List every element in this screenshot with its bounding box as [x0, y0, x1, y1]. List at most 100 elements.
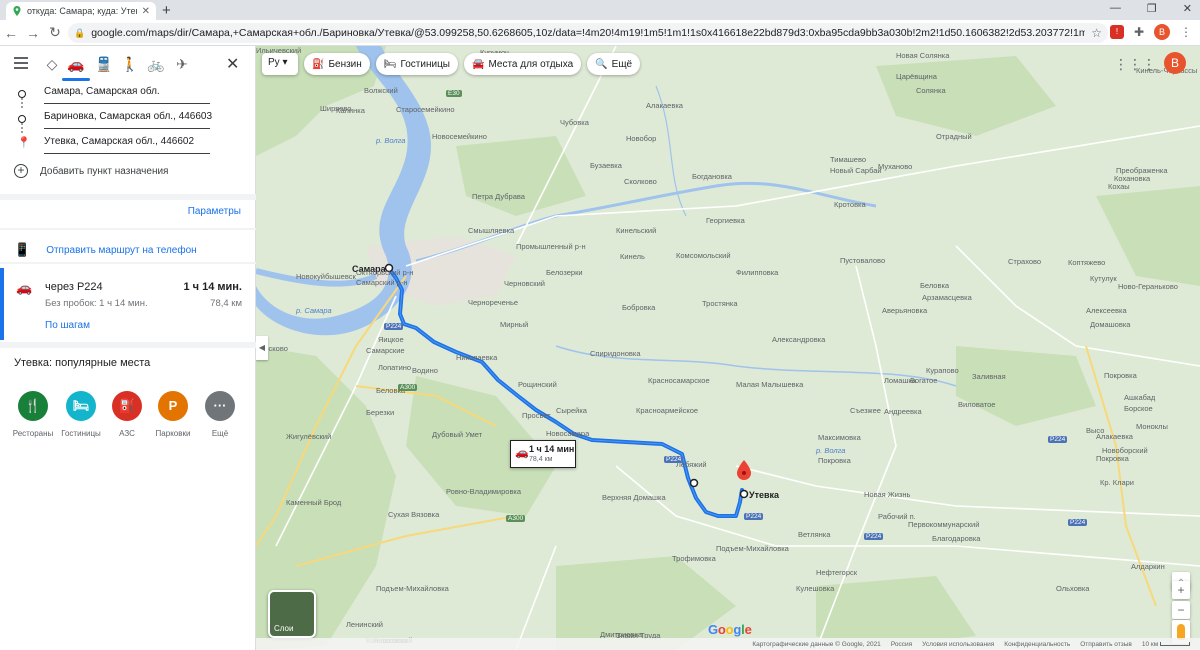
category-more[interactable]: ··· Ещё — [197, 391, 243, 438]
walk-mode-icon[interactable]: 🚶 — [120, 54, 140, 74]
close-window-icon[interactable]: ✕ — [1183, 2, 1192, 15]
map-place-label: Кулешовка — [796, 584, 835, 593]
map-place-label: Андреевка — [884, 407, 922, 416]
map-place-label: Бузаевка — [590, 161, 622, 170]
scale-label: 10 км — [1142, 641, 1190, 648]
attribution-feedback[interactable]: Отправить отзыв — [1080, 641, 1132, 648]
stop-waypoint[interactable]: Бариновка, Самарская обл., 446603 — [14, 109, 234, 131]
forward-icon[interactable]: → — [22, 25, 44, 41]
map-place-label: Съезжее — [850, 406, 881, 415]
route-option[interactable]: 🚗 через Р224 1 ч 14 мин. Без пробок: 1 ч… — [0, 268, 256, 340]
map-place-label: Александровка — [772, 335, 826, 344]
road-shield: P224 — [1068, 519, 1088, 526]
category-restaurants[interactable]: 🍴 Рестораны — [10, 391, 56, 438]
browser-tab[interactable]: откуда: Самара; куда: Утевка – G ✕ — [6, 2, 156, 20]
address-bar[interactable]: 🔒 google.com/maps/dir/Самара,+Самарская+… — [68, 23, 1108, 43]
destination-marker — [739, 489, 749, 499]
map-canvas[interactable]: Самара Утевка Волжский Старосемейкино Ширя… — [256, 46, 1200, 650]
route-steps-link[interactable]: По шагам — [45, 320, 90, 331]
directions-panel: ◇ 🚗 🚆 🚶 🚲 ✈ ✕ Самара, Самарская обл. Бар… — [0, 46, 256, 650]
account-avatar[interactable]: B — [1164, 52, 1186, 74]
stop-destination-input[interactable]: Утевка, Самарская обл., 446602 — [44, 136, 210, 154]
map-place-label: Николаевка — [456, 353, 498, 362]
chip-rest-areas[interactable]: 🚘 Места для отдыха — [464, 53, 582, 75]
route-callout[interactable]: 🚗 1 ч 14 мин 78,4 км — [510, 440, 576, 468]
map-place-label: р. Волга — [816, 446, 846, 455]
chip-hotels[interactable]: 🛏 Гостиницы — [375, 53, 458, 75]
gas-icon: ⛽ — [312, 58, 325, 70]
map-place-label: Сухая Вязовка — [388, 510, 440, 519]
destination-pin — [737, 460, 751, 480]
map-place-label: Петра Дубрава — [472, 192, 525, 201]
add-destination-button[interactable]: + Добавить пункт назначения — [14, 164, 168, 178]
tab-close-icon[interactable]: ✕ — [142, 6, 150, 17]
lock-icon[interactable]: 🔒 — [74, 28, 85, 39]
road-shield: P224 — [384, 323, 404, 330]
close-directions-icon[interactable]: ✕ — [226, 54, 239, 74]
best-route-icon[interactable]: ◇ — [42, 54, 62, 74]
back-icon[interactable]: ← — [0, 25, 22, 41]
map-place-label: Каменный Брод — [286, 498, 342, 507]
extensions-puzzle-icon[interactable]: ✚ — [1134, 25, 1144, 39]
send-to-phone-button[interactable]: 📱 Отправить маршрут на телефон — [14, 242, 197, 258]
bicycle-mode-icon[interactable]: 🚲 — [146, 54, 166, 74]
toolbar-right: ! ✚ B ⋮ — [1109, 24, 1192, 40]
callout-time: 1 ч 14 мин — [529, 444, 575, 454]
maximize-icon[interactable]: ❐ — [1147, 2, 1157, 15]
category-gas[interactable]: ⛽ АЗС — [104, 391, 150, 438]
route-no-traffic: Без пробок: 1 ч 14 мин. — [45, 298, 148, 309]
stop-origin[interactable]: Самара, Самарская обл. — [14, 84, 234, 106]
collapse-panel-button[interactable]: ◀ — [256, 336, 268, 360]
map-place-label: Рощинский — [518, 380, 557, 389]
map-place-label: Тимашево — [830, 155, 867, 164]
add-circle-icon: + — [14, 164, 28, 178]
map-place-label: Красносамарское — [648, 376, 710, 385]
stop-destination[interactable]: 📍 Утевка, Самарская обл., 446602 — [14, 134, 234, 156]
reload-icon[interactable]: ↻ — [44, 24, 66, 41]
google-apps-icon[interactable]: ⋮⋮⋮ — [1114, 56, 1156, 73]
new-tab-button[interactable]: + — [162, 2, 171, 19]
flight-mode-icon[interactable]: ✈ — [172, 54, 192, 74]
map-place-label: Коптяжево — [1068, 258, 1106, 267]
attribution-bar: Картографические данные © Google, 2021 Р… — [256, 638, 1200, 650]
attribution-country[interactable]: Россия — [891, 641, 912, 648]
hotel-icon: 🛏 — [66, 391, 96, 421]
road-shield: P224 — [744, 513, 764, 520]
road-shield: P224 — [864, 533, 884, 540]
chip-gas[interactable]: ⛽ Бензин — [304, 53, 370, 75]
map-place-label: Филипповка — [736, 268, 779, 277]
category-hotels[interactable]: 🛏 Гостиницы — [58, 391, 104, 438]
waypoint-marker — [689, 478, 699, 488]
category-parking[interactable]: P Парковки — [150, 391, 196, 438]
menu-icon[interactable] — [14, 57, 28, 69]
bookmark-star-icon[interactable]: ☆ — [1091, 26, 1102, 40]
attribution-terms[interactable]: Условия использования — [922, 641, 994, 648]
stop-connector — [21, 98, 23, 108]
stop-origin-input[interactable]: Самара, Самарская обл. — [44, 86, 210, 104]
extension-icon[interactable]: ! — [1109, 25, 1124, 39]
map-place-label: Нефтегорск — [816, 568, 858, 577]
browser-menu-icon[interactable]: ⋮ — [1180, 25, 1192, 39]
more-icon: ··· — [205, 391, 235, 421]
stop-connector — [21, 123, 23, 133]
minimize-icon[interactable]: — — [1110, 2, 1121, 15]
car-mode-icon[interactable]: 🚗 — [62, 54, 90, 81]
road-shield: E30 — [446, 90, 462, 97]
profile-avatar[interactable]: B — [1154, 24, 1170, 40]
transit-mode-icon[interactable]: 🚆 — [94, 54, 114, 74]
divider — [0, 262, 256, 264]
attribution-privacy[interactable]: Конфиденциальность — [1004, 641, 1070, 648]
chip-more[interactable]: 🔍 Ещё — [587, 53, 641, 75]
bed-icon: 🛏 — [383, 58, 397, 70]
map-place-label: Ровно-Владимировка — [446, 487, 522, 496]
map-place-label: р. Самара — [296, 306, 332, 315]
waypoint-dot-icon — [18, 115, 26, 123]
layers-button[interactable]: Слои — [268, 590, 316, 638]
map-type-dropdown[interactable]: Ру ▾ — [262, 53, 298, 75]
stop-waypoint-input[interactable]: Бариновка, Самарская обл., 446603 — [44, 111, 212, 129]
options-link[interactable]: Параметры — [188, 206, 241, 217]
zoom-out-button[interactable]: − — [1172, 601, 1190, 619]
map-place-label: Преображенка — [1116, 166, 1168, 175]
zoom-in-button[interactable]: + — [1172, 581, 1190, 599]
url-text[interactable]: google.com/maps/dir/Самара,+Самарская+об… — [91, 27, 1085, 39]
